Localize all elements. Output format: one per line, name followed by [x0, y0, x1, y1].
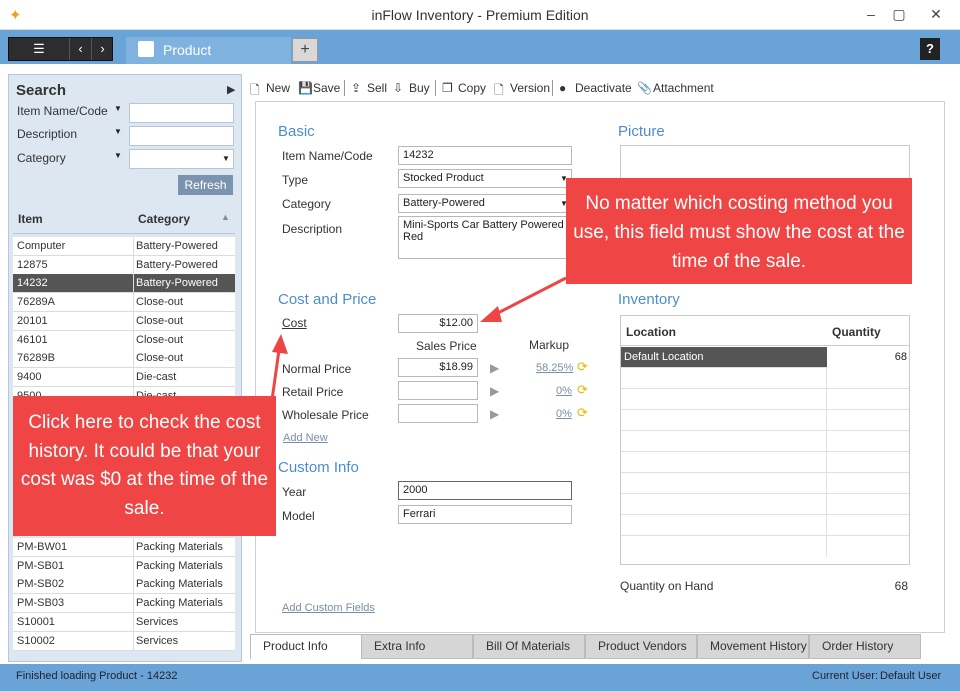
- arrow-line: [491, 276, 567, 318]
- arrow-head: [480, 306, 502, 322]
- cost-field-callout: No matter which costing method you use, …: [566, 178, 912, 284]
- callout-arrows: [270, 276, 567, 401]
- cost-history-callout: Click here to check the cost history. It…: [13, 396, 276, 536]
- arrow-line: [270, 349, 281, 401]
- arrow-head: [272, 334, 288, 354]
